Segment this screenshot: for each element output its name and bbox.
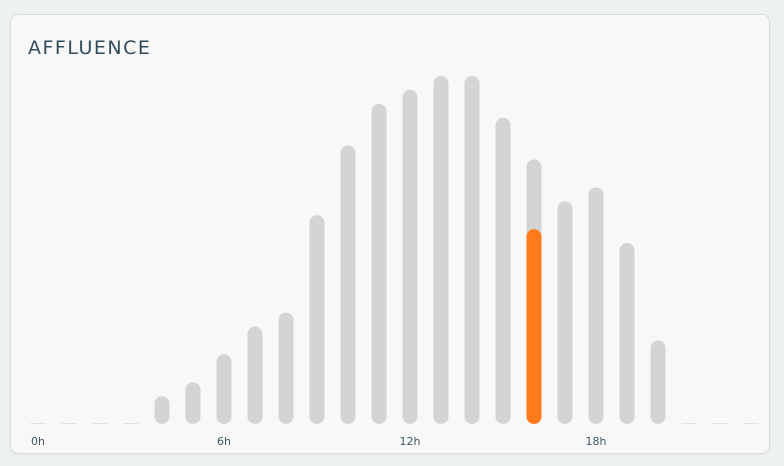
- bar-20h[interactable]: [650, 340, 666, 424]
- bar-17h[interactable]: [557, 201, 573, 424]
- x-tick-label-0h: 0h: [31, 435, 45, 448]
- bar-6h[interactable]: [216, 354, 232, 424]
- affluence-chart: 0h 6h 12h 18h: [30, 76, 759, 448]
- bar-13h[interactable]: [433, 76, 449, 424]
- bar-12h[interactable]: [402, 89, 418, 425]
- current-affluence-bar: [526, 229, 542, 424]
- bar-4h[interactable]: [154, 396, 170, 424]
- x-tick-label-12h: 12h: [400, 435, 421, 448]
- bar-9h[interactable]: [309, 215, 325, 424]
- bar-14h[interactable]: [464, 76, 480, 424]
- bar-19h[interactable]: [619, 243, 635, 424]
- x-tick-label-6h: 6h: [217, 435, 231, 448]
- bar-10h[interactable]: [340, 145, 356, 424]
- bar-15h[interactable]: [495, 117, 511, 424]
- x-tick-label-18h: 18h: [586, 435, 607, 448]
- affluence-card: AFFLUENCE 0h 6h 12h 18h: [10, 14, 770, 454]
- bar-5h[interactable]: [185, 382, 201, 424]
- bar-11h[interactable]: [371, 103, 387, 424]
- bar-8h[interactable]: [278, 312, 294, 424]
- bar-7h[interactable]: [247, 326, 263, 424]
- bar-18h[interactable]: [588, 187, 604, 424]
